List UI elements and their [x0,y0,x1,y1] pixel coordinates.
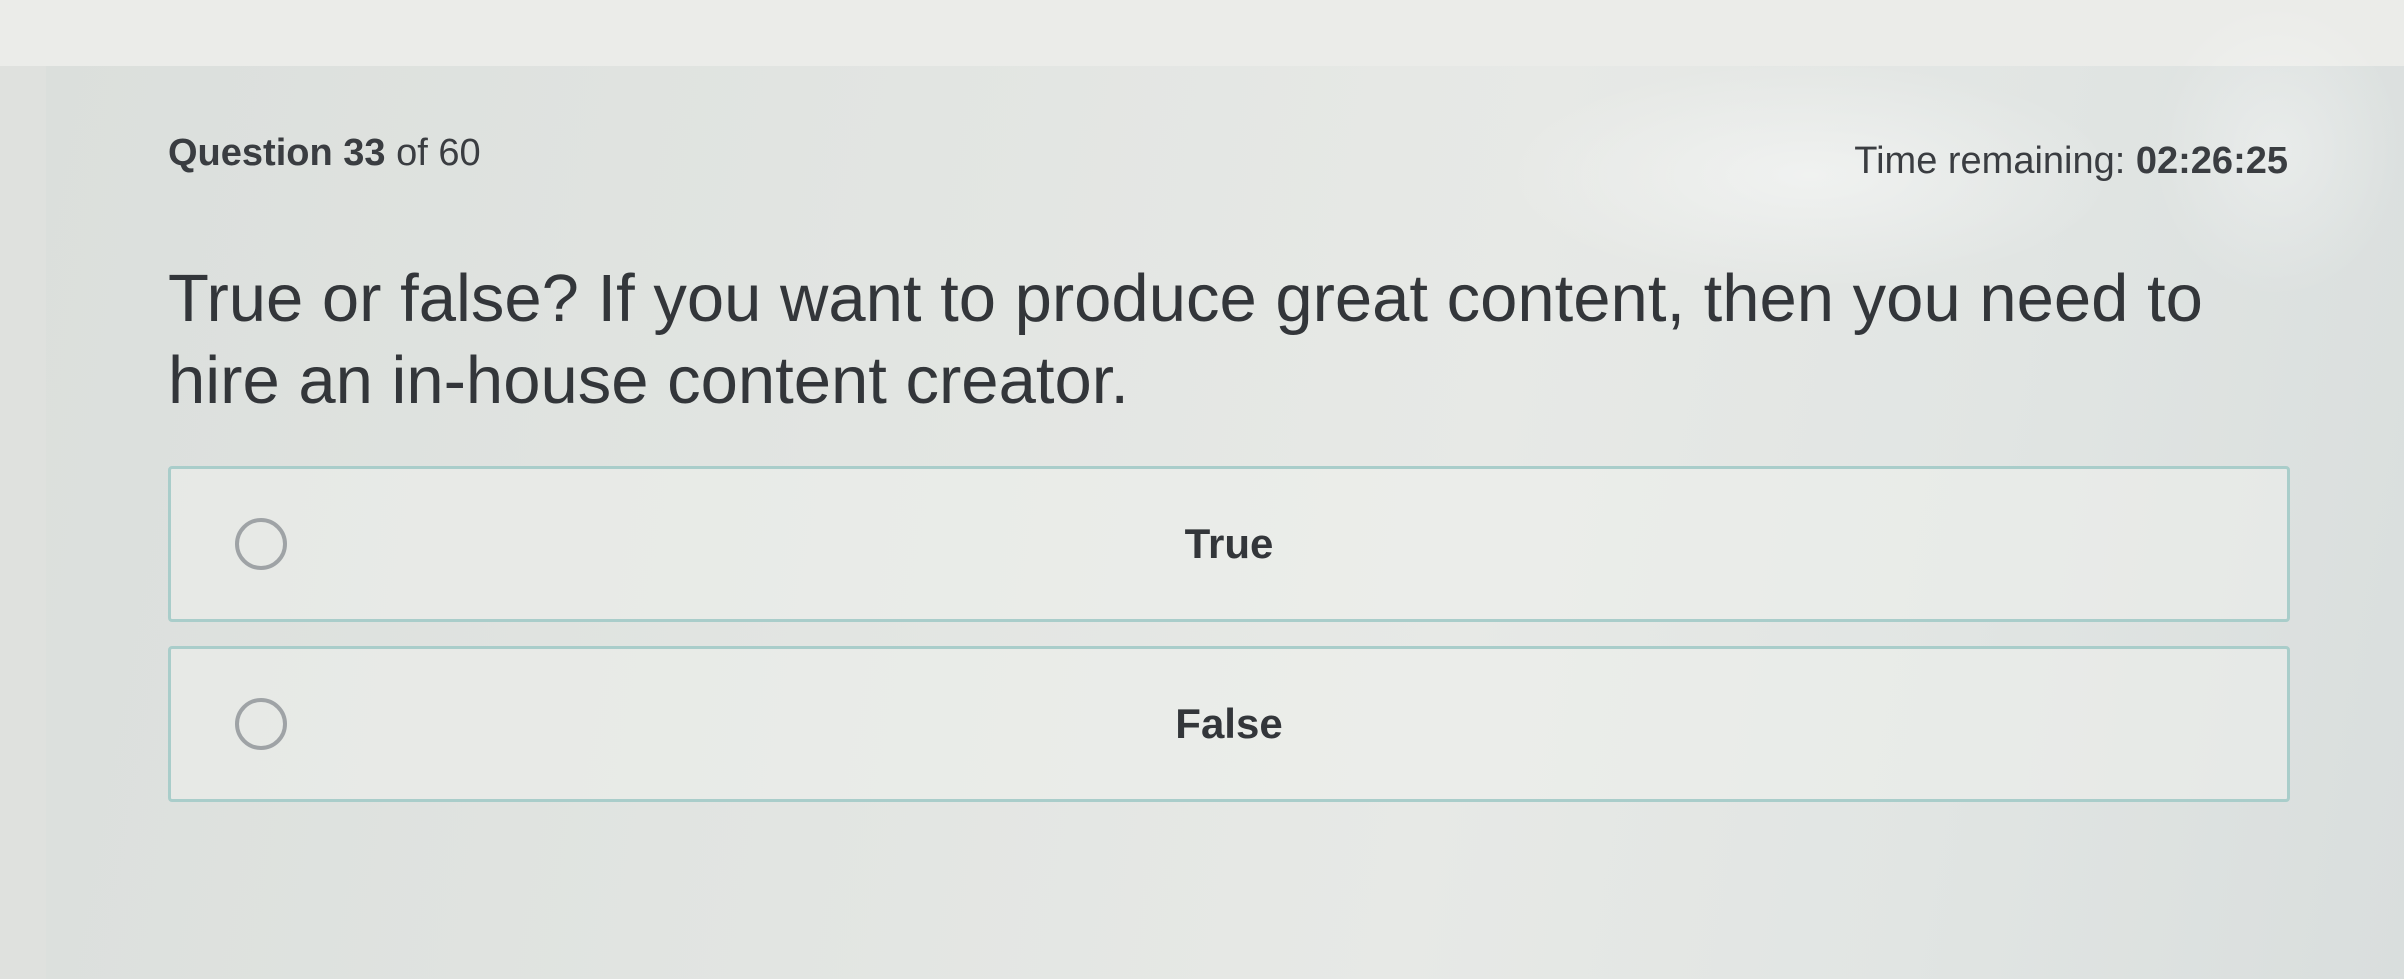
question-text: True or false? If you want to produce gr… [168,261,2203,418]
question-counter-total: of 60 [396,132,481,174]
answer-option-label: True [1184,520,1274,567]
answer-option-false[interactable]: False [168,646,2290,802]
time-remaining: Time remaining: 02:26:25 [1854,140,2288,183]
question-counter-number: 33 [343,132,386,174]
answer-option-label: False [1175,700,1283,747]
time-remaining-label: Time remaining: [1854,140,2126,182]
left-margin [0,66,46,979]
time-remaining-value: 02:26:25 [2135,140,2288,182]
question-counter: Question 33 of 60 [168,132,481,175]
top-band [0,0,2404,66]
answer-option-true[interactable]: True [168,466,2290,622]
question-counter-label: Question [168,132,333,174]
